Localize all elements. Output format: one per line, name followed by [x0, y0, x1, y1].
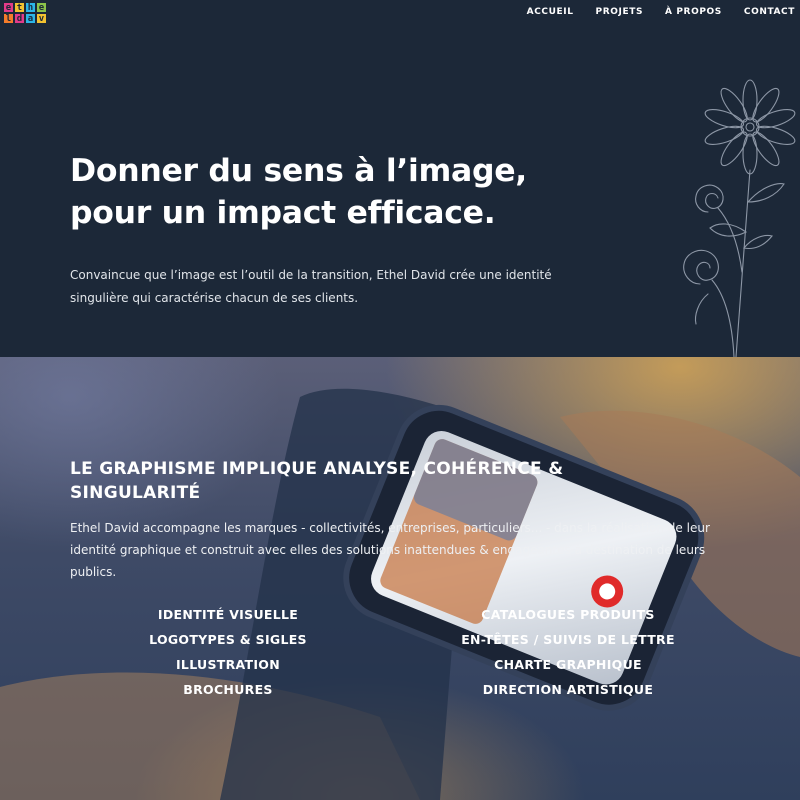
nav-link-a-propos[interactable]: À PROPOS — [665, 7, 722, 17]
logo-letter: l — [3, 13, 14, 24]
logo-letter: a — [25, 13, 36, 24]
hero-section: Donner du sens à l’image, pour un impact… — [0, 0, 800, 357]
service-item: ILLUSTRATION — [175, 657, 280, 672]
logo-letter: d — [14, 13, 25, 24]
hero-description: Convaincue que l’image est l’outil de la… — [70, 268, 552, 305]
logo-letter: e — [3, 2, 14, 13]
service-item: EN-TÊTES / SUIVIS DE LETTRE — [461, 632, 675, 647]
service-item: LOGOTYPES & SIGLES — [149, 632, 307, 647]
hero-title-line-1: Donner du sens à l’image, — [70, 153, 527, 189]
main-nav: ACCUEIL PROJETS À PROPOS CONTACT — [527, 7, 800, 17]
site-logo[interactable]: e t h e l d a v — [3, 2, 47, 24]
service-item: CATALOGUES PRODUITS — [481, 607, 655, 622]
nav-link-projets[interactable]: PROJETS — [596, 7, 644, 17]
services-description: Ethel David accompagne les marques - col… — [70, 521, 710, 579]
service-item: BROCHURES — [183, 682, 273, 697]
nav-link-accueil[interactable]: ACCUEIL — [527, 7, 574, 17]
services-title: LE GRAPHISME IMPLIQUE ANALYSE, COHÉRENCE… — [70, 457, 670, 505]
services-title-line-2: SINGULARITÉ — [70, 483, 201, 503]
logo-letter: t — [14, 2, 25, 13]
nav-link-contact[interactable]: CONTACT — [744, 7, 795, 17]
logo-letter: v — [36, 13, 47, 24]
site-header: e t h e l d a v ACCUEIL PROJETS À PROPOS… — [0, 0, 800, 28]
service-item: IDENTITÉ VISUELLE — [157, 607, 299, 622]
services-list-right: CATALOGUES PRODUITS EN-TÊTES / SUIVIS DE… — [418, 602, 718, 702]
hero-title: Donner du sens à l’image, pour un impact… — [70, 150, 630, 234]
service-item: CHARTE GRAPHIQUE — [494, 657, 642, 672]
services-list-left: IDENTITÉ VISUELLE LOGOTYPES & SIGLES ILL… — [78, 602, 378, 702]
hero-title-line-2: pour un impact efficace. — [70, 195, 496, 231]
logo-letter: h — [25, 2, 36, 13]
service-item: DIRECTION ARTISTIQUE — [482, 682, 654, 697]
logo-letter: e — [36, 2, 47, 13]
services-title-line-1: LE GRAPHISME IMPLIQUE ANALYSE, COHÉRENCE… — [70, 459, 564, 479]
services-section: LE GRAPHISME IMPLIQUE ANALYSE, COHÉRENCE… — [0, 357, 800, 800]
flower-illustration-icon — [683, 79, 796, 357]
